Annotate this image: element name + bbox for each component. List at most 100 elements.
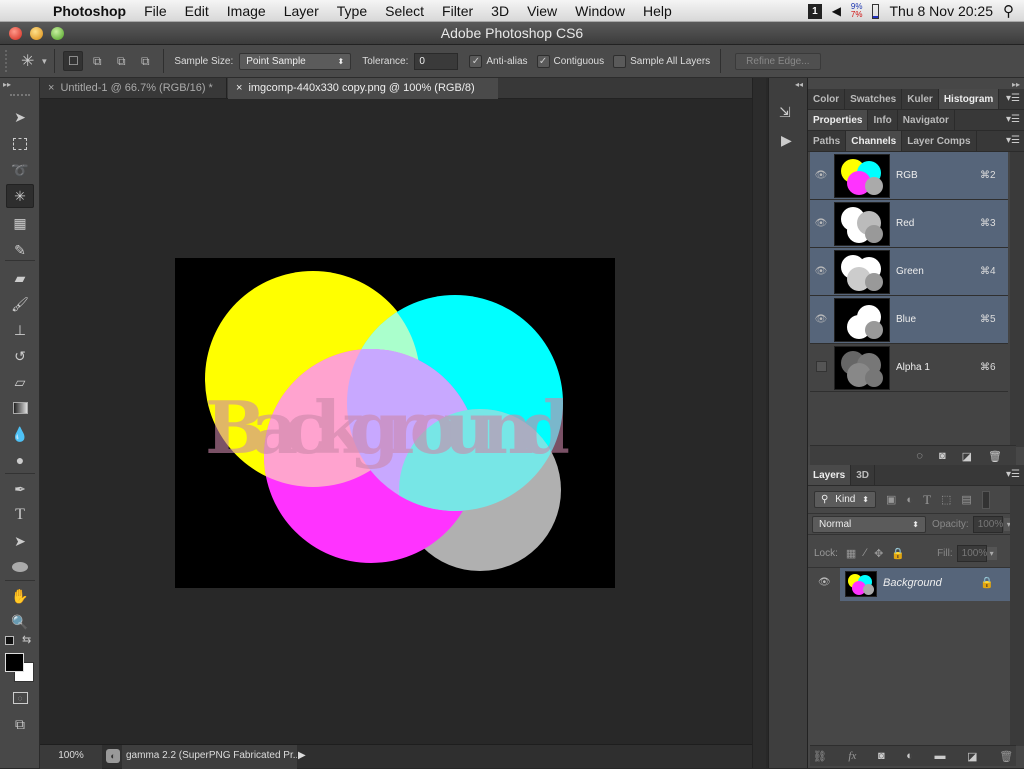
filter-type-icon[interactable]: T: [923, 492, 931, 508]
crop-tool[interactable]: ▦: [6, 211, 34, 235]
path-selection-tool[interactable]: ➤: [6, 529, 34, 553]
zoom-tool[interactable]: 🔍: [6, 610, 34, 634]
menu-app-photoshop[interactable]: Photoshop: [44, 3, 135, 19]
filter-pixel-icon[interactable]: ▣: [886, 493, 896, 506]
tab-channels[interactable]: Channels: [846, 131, 903, 151]
panel-menu-icon[interactable]: ▾☰: [1006, 135, 1020, 146]
opacity-input[interactable]: 100%: [972, 516, 1003, 533]
document-profile-info[interactable]: gamma 2.2 (SuperPNG Fabricated Pr...: [122, 745, 297, 769]
channel-row-alpha-1[interactable]: Alpha 1 ⌘6: [810, 344, 1008, 392]
layer-row-background[interactable]: 👁 Background 🔒: [808, 567, 1024, 601]
fill-input[interactable]: 100%: [956, 544, 987, 562]
options-grip[interactable]: [5, 50, 9, 72]
gradient-tool[interactable]: [6, 396, 34, 420]
tab-navigator[interactable]: Navigator: [898, 110, 955, 130]
menu-3d[interactable]: 3D: [482, 3, 518, 19]
save-selection-as-channel-icon[interactable]: ◙: [939, 450, 946, 462]
menu-image[interactable]: Image: [218, 3, 275, 19]
panel-menu-icon[interactable]: ▾☰: [1006, 469, 1020, 480]
tab-info[interactable]: Info: [868, 110, 898, 130]
panel-menu-icon[interactable]: ▾☰: [1006, 114, 1020, 125]
anti-alias-checkbox[interactable]: ✓ Anti-alias: [469, 54, 528, 68]
tab-swatches[interactable]: Swatches: [845, 89, 903, 109]
intersect-selection-button[interactable]: ⧉: [135, 51, 155, 71]
filter-smart-object-icon[interactable]: ▤: [961, 493, 971, 506]
filter-kind-dropdown[interactable]: ⚲ Kind ⬍: [814, 491, 876, 508]
menu-file[interactable]: File: [135, 3, 176, 19]
close-window-button[interactable]: [9, 27, 22, 40]
channel-row-rgb[interactable]: 👁 RGB ⌘2: [810, 152, 1008, 200]
minimize-window-button[interactable]: [30, 27, 43, 40]
menu-edit[interactable]: Edit: [176, 3, 218, 19]
lasso-tool[interactable]: ➰: [6, 158, 34, 182]
visibility-eye-icon[interactable]: 👁: [810, 218, 832, 229]
hand-tool[interactable]: ✋: [6, 584, 34, 608]
lock-transparent-pixels-icon[interactable]: ▦: [846, 547, 856, 560]
layer-style-fx-icon[interactable]: fx: [848, 750, 856, 762]
visibility-toggle-empty[interactable]: [810, 360, 832, 375]
menu-select[interactable]: Select: [376, 3, 433, 19]
new-group-folder-icon[interactable]: ▬: [935, 750, 946, 762]
layers-scrollbar[interactable]: [1010, 486, 1024, 746]
tab-imgcomp[interactable]: × imgcomp-440x330 copy.png @ 100% (RGB/8): [228, 78, 498, 99]
add-to-selection-button[interactable]: ⧉: [87, 51, 107, 71]
fill-dropdown-arrow-icon[interactable]: ▾: [986, 546, 997, 560]
battery-icon[interactable]: [872, 3, 880, 19]
marquee-tool[interactable]: [6, 132, 34, 156]
delete-channel-icon[interactable]: 🗑: [988, 450, 1002, 463]
close-tab-icon[interactable]: ×: [236, 82, 242, 94]
subtract-from-selection-button[interactable]: ⧉: [111, 51, 131, 71]
shape-tool[interactable]: [6, 555, 34, 579]
tab-layer-comps[interactable]: Layer Comps: [902, 131, 977, 151]
new-layer-icon[interactable]: ◪: [967, 750, 977, 763]
close-tab-icon[interactable]: ×: [48, 82, 54, 94]
sample-all-layers-checkbox[interactable]: Sample All Layers: [613, 54, 710, 68]
blend-mode-dropdown[interactable]: Normal ⬍: [812, 516, 926, 533]
tab-histogram[interactable]: Histogram: [938, 89, 1000, 109]
filter-toggle[interactable]: [981, 490, 990, 509]
menu-type[interactable]: Type: [328, 3, 376, 19]
clone-stamp-tool[interactable]: ⊥: [6, 318, 34, 342]
collapse-toolbar-icon[interactable]: ▸▸: [3, 80, 11, 89]
tab-paths[interactable]: Paths: [808, 131, 847, 151]
menu-window[interactable]: Window: [566, 3, 634, 19]
quick-mask-button[interactable]: ◌: [6, 686, 34, 710]
default-colors-icon[interactable]: [5, 636, 14, 645]
tab-kuler[interactable]: Kuler: [902, 89, 939, 109]
move-tool[interactable]: ➤: [6, 105, 34, 129]
refine-edge-button[interactable]: Refine Edge...: [735, 52, 821, 70]
canvas-area[interactable]: Background: [40, 99, 752, 744]
tab-color[interactable]: Color: [808, 89, 846, 109]
pen-tool[interactable]: ✒: [6, 477, 34, 501]
menu-help[interactable]: Help: [634, 3, 681, 19]
visibility-eye-icon[interactable]: 👁: [810, 266, 832, 277]
brush-tool[interactable]: 🖌: [6, 292, 34, 316]
swap-colors-icon[interactable]: ⇆: [22, 633, 31, 646]
volume-icon[interactable]: ◀︎: [832, 4, 841, 18]
spotlight-search-icon[interactable]: ⚲: [1003, 2, 1014, 20]
sample-size-dropdown[interactable]: Point Sample ⬍: [239, 52, 352, 70]
screen-mode-button[interactable]: ⧉: [6, 712, 34, 736]
history-panel-button[interactable]: ⇲: [779, 104, 791, 121]
load-channel-as-selection-icon[interactable]: ◌: [916, 450, 923, 462]
preset-dropdown-arrow-icon[interactable]: ▼: [40, 57, 48, 66]
expand-panels-icon[interactable]: ▸▸: [1012, 80, 1020, 89]
add-mask-icon[interactable]: ◙: [878, 750, 885, 762]
eyedropper-tool[interactable]: ✎: [6, 238, 34, 262]
lock-all-icon[interactable]: 🔒: [891, 547, 905, 560]
clock[interactable]: Thu 8 Nov 20:25: [889, 3, 993, 19]
menu-filter[interactable]: Filter: [433, 3, 482, 19]
status-menu-arrow-icon[interactable]: ▶: [298, 750, 306, 761]
document-canvas[interactable]: Background: [175, 258, 615, 588]
zoom-level-field[interactable]: 100%: [40, 745, 102, 769]
blur-tool[interactable]: 💧: [6, 422, 34, 446]
dodge-tool[interactable]: ●: [6, 448, 34, 472]
collapse-dock-icon[interactable]: ◂◂: [795, 80, 803, 89]
magic-wand-tool[interactable]: ✳: [6, 184, 34, 208]
new-adjustment-layer-icon[interactable]: ◐: [906, 750, 913, 762]
visibility-eye-icon[interactable]: 👁: [818, 577, 831, 588]
tab-layers[interactable]: Layers: [808, 465, 852, 485]
eraser-tool[interactable]: ▱: [6, 370, 34, 394]
actions-panel-button[interactable]: ▶: [781, 132, 792, 149]
filter-shape-icon[interactable]: ⬚: [941, 493, 951, 506]
